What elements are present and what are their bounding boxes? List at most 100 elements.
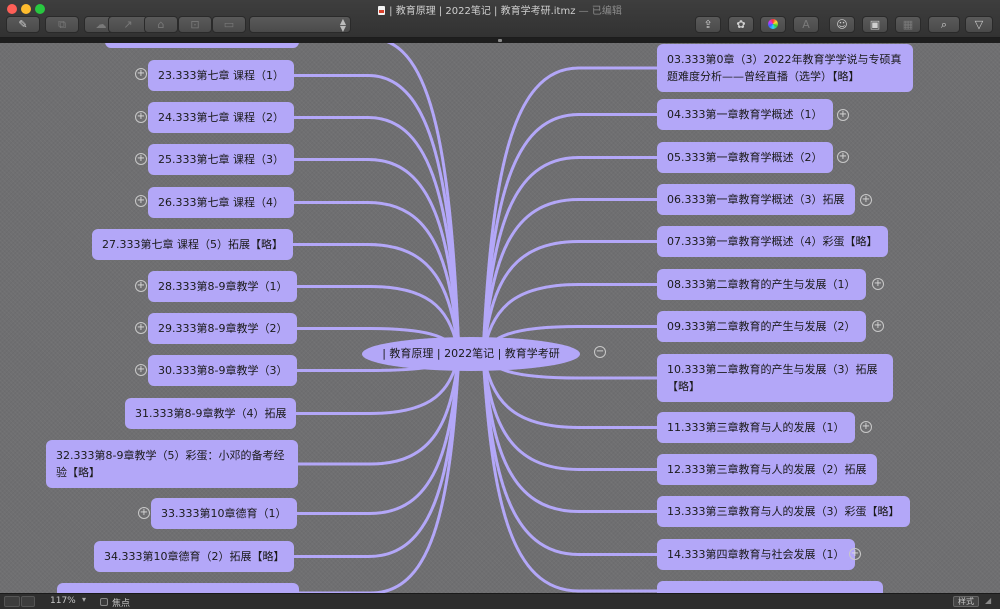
topic-left-3[interactable]: 25.333第七章 课程（3） — [148, 144, 294, 175]
topic-right-4[interactable]: 06.333第一章教育学概述（3）拓展 — [657, 184, 855, 215]
branch-line — [292, 352, 461, 558]
partial-topic-top[interactable] — [105, 43, 299, 48]
collapse-icon[interactable]: − — [594, 346, 606, 358]
expand-icon[interactable]: + — [135, 153, 147, 165]
image-icon: ▣ — [869, 18, 881, 31]
link-button[interactable]: ↗ — [108, 16, 148, 33]
topic-right-3[interactable]: 05.333第一章教育学概述（2） — [657, 142, 833, 173]
color-button[interactable] — [760, 16, 786, 33]
filter-icon: ▽ — [974, 18, 984, 31]
theme-button[interactable]: ✿ — [728, 16, 754, 33]
view-menu-button[interactable] — [21, 596, 35, 607]
edited-status: — 已编辑 — [578, 6, 622, 17]
branch-line — [481, 113, 659, 356]
topic-label: 29.333第8-9章教学（2） — [158, 322, 288, 335]
comment-button[interactable]: ▭ — [212, 16, 246, 33]
mindmap-canvas[interactable]: 23.333第七章 课程（1） + 24.333第七章 课程（2） + 25.3… — [0, 43, 1000, 593]
topic-right-12[interactable]: 14.333第四章教育与社会发展（1） — [657, 539, 855, 570]
chevron-down-icon[interactable]: ▾ — [82, 595, 86, 604]
expand-icon[interactable]: + — [837, 151, 849, 163]
focus-checkbox[interactable] — [100, 598, 108, 606]
expand-icon[interactable]: + — [860, 421, 872, 433]
topic-label: 03.333第0章（3）2022年教育学学说与专硕真题难度分析——曾经直播（选学… — [667, 53, 902, 83]
window-title: | 教育原理 | 2022笔记 | 教育学考研.itmz — 已编辑 — [0, 2, 1000, 17]
topic-label: 25.333第七章 课程（3） — [158, 153, 284, 166]
topic-right-6[interactable]: 08.333第二章教育的产生与发展（1） — [657, 269, 866, 300]
emoji-button[interactable]: ☺ — [829, 16, 855, 33]
topic-left-7[interactable]: 29.333第8-9章教学（2） — [148, 313, 298, 344]
topic-label: 13.333第三章教育与人的发展（3）彩蛋【略】 — [667, 505, 900, 518]
map-style-button[interactable]: ⧉ — [45, 16, 79, 33]
expand-icon[interactable]: + — [849, 548, 861, 560]
search-button[interactable]: ⌕ — [928, 16, 960, 33]
topic-right-9[interactable]: 11.333第三章教育与人的发展（1） — [657, 412, 855, 443]
expand-icon[interactable]: + — [135, 68, 147, 80]
topic-right-5[interactable]: 07.333第一章教育学概述（4）彩蛋【略】 — [657, 226, 888, 257]
label-icon: ⌂ — [157, 18, 165, 31]
topic-left-6[interactable]: 28.333第8-9章教学（1） — [148, 271, 298, 302]
topic-label: 06.333第一章教育学概述（3）拓展 — [667, 193, 845, 206]
link-icon: ↗ — [123, 18, 133, 31]
expand-icon[interactable]: + — [135, 364, 147, 376]
expand-icon[interactable]: + — [837, 109, 849, 121]
topic-right-8[interactable]: 10.333第二章教育的产生与发展（3）拓展【略】 — [657, 354, 893, 402]
topic-label: 09.333第二章教育的产生与发展（2） — [667, 320, 856, 333]
style-button[interactable]: 样式 — [953, 596, 979, 607]
topic-left-1[interactable]: 23.333第七章 课程（1） — [148, 60, 294, 91]
topic-left-5[interactable]: 27.333第七章 课程（5）拓展【略】 — [92, 229, 293, 260]
topic-label: 23.333第七章 课程（1） — [158, 69, 284, 82]
topic-left-10[interactable]: 32.333第8-9章教学（5）彩蛋：小邓的备考经验【略】 — [46, 440, 298, 488]
topic-label: 11.333第三章教育与人的发展（1） — [667, 421, 845, 434]
document-icon — [378, 6, 386, 15]
topic-label: 12.333第三章教育与人的发展（2）拓展 — [667, 463, 867, 476]
font-button[interactable]: A — [793, 16, 819, 33]
share-icon: ⇪ — [703, 18, 713, 31]
central-topic[interactable]: | 教育原理 | 2022笔记 | 教育学考研 — [362, 337, 580, 371]
topic-right-7[interactable]: 09.333第二章教育的产生与发展（2） — [657, 311, 866, 342]
expand-icon[interactable]: + — [138, 507, 150, 519]
label-button[interactable]: ⌂ — [144, 16, 178, 33]
callout-button[interactable]: ⊡ — [178, 16, 212, 33]
comment-icon: ▭ — [223, 18, 235, 31]
branch-line — [481, 156, 659, 356]
topic-right-10[interactable]: 12.333第三章教育与人的发展（2）拓展 — [657, 454, 877, 485]
filter-button[interactable]: ▽ — [965, 16, 993, 33]
topic-left-2[interactable]: 24.333第七章 课程（2） — [148, 102, 294, 133]
divider-handle[interactable] — [498, 39, 502, 42]
note-icon: ✎ — [18, 18, 28, 31]
partial-topic-bottom[interactable] — [57, 583, 299, 593]
expand-icon[interactable]: + — [872, 320, 884, 332]
topic-label: 30.333第8-9章教学（3） — [158, 364, 288, 377]
topic-left-12[interactable]: 34.333第10章德育（2）拓展【略】 — [94, 541, 295, 572]
expand-icon[interactable]: + — [135, 111, 147, 123]
expand-icon[interactable]: + — [135, 195, 147, 207]
topic-label: 32.333第8-9章教学（5）彩蛋：小邓的备考经验【略】 — [56, 449, 285, 479]
topic-right-2[interactable]: 04.333第一章教育学概述（1） — [657, 99, 833, 130]
callout-icon: ⊡ — [190, 18, 200, 31]
theme-icon: ✿ — [736, 18, 746, 31]
topic-left-4[interactable]: 26.333第七章 课程（4） — [148, 187, 294, 218]
window-title-text: | 教育原理 | 2022笔记 | 教育学考研.itmz — [389, 6, 576, 17]
zoom-level[interactable]: 117% — [50, 596, 76, 606]
topic-left-8[interactable]: 30.333第8-9章教学（3） — [148, 355, 298, 386]
expand-icon[interactable]: + — [135, 322, 147, 334]
topic-label: 07.333第一章教育学概述（4）彩蛋【略】 — [667, 235, 878, 248]
expand-icon[interactable]: + — [872, 278, 884, 290]
topic-right-11[interactable]: 13.333第三章教育与人的发展（3）彩蛋【略】 — [657, 496, 910, 527]
share-button[interactable]: ⇪ — [695, 16, 721, 33]
topic-left-11[interactable]: 33.333第10章德育（1） — [151, 498, 297, 529]
style-select[interactable]: ▲ ▼ — [249, 16, 351, 33]
resize-grip-icon[interactable]: ◢ — [985, 596, 995, 607]
topic-label: 24.333第七章 课程（2） — [158, 111, 284, 124]
expand-icon[interactable]: + — [135, 280, 147, 292]
note-button[interactable]: ✎ — [6, 16, 40, 33]
branch-line — [292, 201, 461, 356]
image-button[interactable]: ▣ — [862, 16, 888, 33]
expand-icon[interactable]: + — [860, 194, 872, 206]
topic-right-1[interactable]: 03.333第0章（3）2022年教育学学说与专硕真题难度分析——曾经直播（选学… — [657, 44, 913, 92]
table-button[interactable]: ▦ — [895, 16, 921, 33]
topic-left-9[interactable]: 31.333第8-9章教学（4）拓展 — [125, 398, 297, 429]
cloud-icon: ☁ — [95, 18, 107, 31]
partial-topic-bottom-right[interactable] — [657, 581, 883, 593]
sidebar-toggle-button[interactable] — [4, 596, 20, 607]
